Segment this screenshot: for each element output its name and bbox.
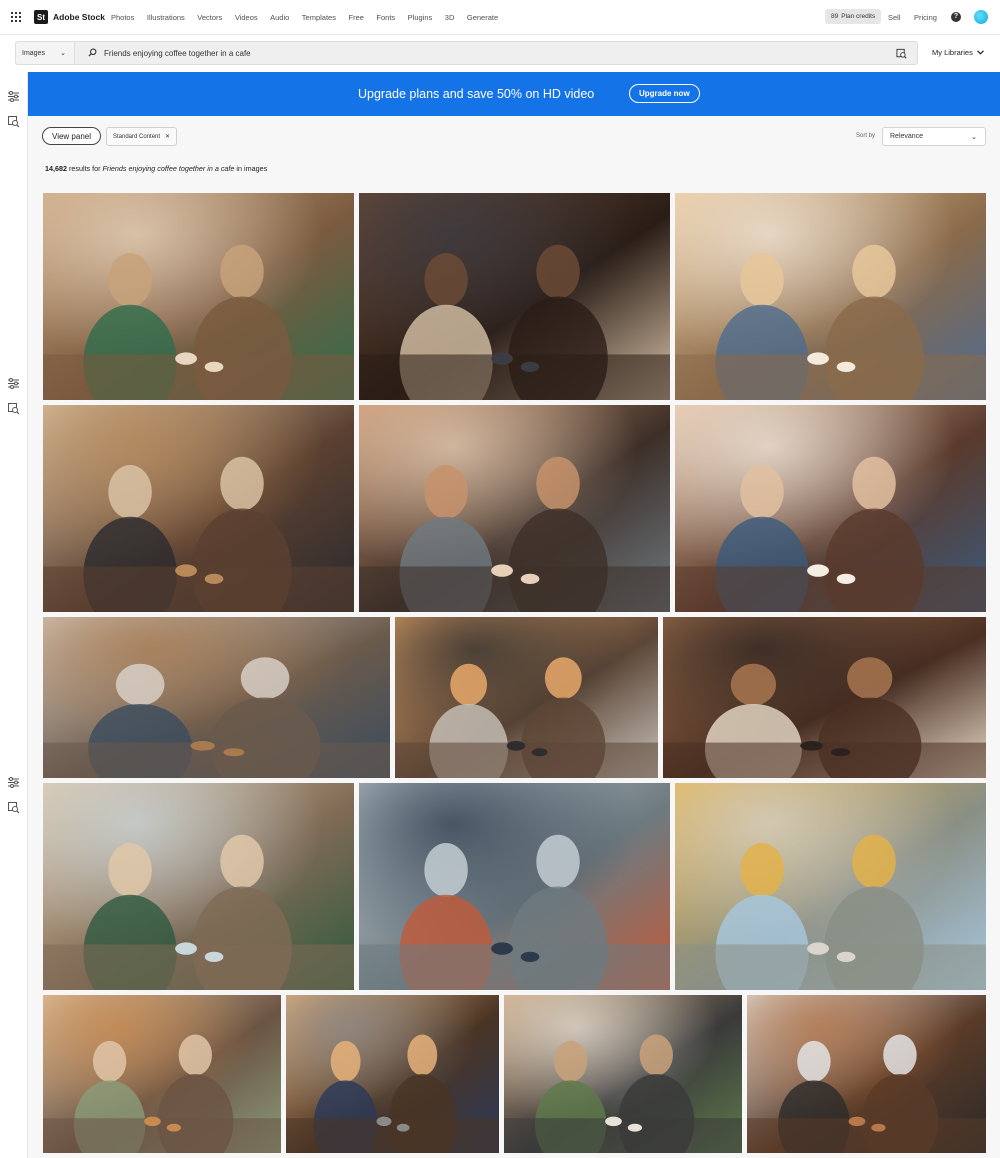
nav-item-templates[interactable]: Templates <box>302 13 336 22</box>
photo-hands-coffee-wooden-table[interactable] <box>747 995 986 1153</box>
photo-group-talking-industrial-cafe[interactable] <box>43 405 354 612</box>
asset-type-value: Images <box>22 49 45 57</box>
search-query: Friends enjoying coffee together in a ca… <box>104 49 251 58</box>
plan-credits-badge[interactable]: 89 Plan credits <box>825 9 882 24</box>
photo-women-chatting-cafe-window[interactable] <box>504 995 742 1153</box>
photo-image <box>43 783 354 990</box>
photo-four-friends-tablet-cafe[interactable] <box>43 783 354 990</box>
filter-sliders-icon[interactable] <box>7 776 20 789</box>
photo-image <box>43 617 390 778</box>
search-input[interactable]: Friends enjoying coffee together in a ca… <box>75 41 918 65</box>
photo-image <box>359 193 670 400</box>
results-count: 14,682 <box>45 164 67 173</box>
photo-image <box>504 995 742 1153</box>
photo-image <box>675 783 986 990</box>
visual-search-icon[interactable] <box>896 48 907 59</box>
my-libraries-label: My Libraries <box>932 48 973 57</box>
photo-hands-holding-latte-cups[interactable] <box>359 193 670 400</box>
photo-image <box>359 405 670 612</box>
photo-cappuccino-toast-table[interactable] <box>663 617 986 778</box>
nav-item-illustrations[interactable]: Illustrations <box>147 13 185 22</box>
filter-chip-label: Standard Content <box>113 133 161 140</box>
credits-label: Plan credits <box>841 13 876 20</box>
nav-item-videos[interactable]: Videos <box>235 13 258 22</box>
left-rail <box>0 72 28 1158</box>
upgrade-now-button[interactable]: Upgrade now <box>629 84 700 103</box>
photo-couple-outdoor-cafe-blur[interactable] <box>359 783 670 990</box>
help-icon[interactable]: ? <box>951 12 961 22</box>
view-panel-button[interactable]: View panel <box>42 127 101 145</box>
sell-link[interactable]: Sell <box>888 13 901 22</box>
photo-image <box>675 405 986 612</box>
upgrade-banner: Upgrade plans and save 50% on HD video U… <box>28 72 1000 116</box>
avatar[interactable] <box>974 10 988 24</box>
sort-by-label: Sort by <box>856 133 876 139</box>
nav-item-audio[interactable]: Audio <box>270 13 289 22</box>
adobe-stock-logo[interactable]: St Adobe Stock <box>34 10 105 24</box>
chevron-down-icon: ⌄ <box>60 50 66 57</box>
results-prefix: results for <box>68 164 101 173</box>
nav-item-plugins[interactable]: Plugins <box>408 13 433 22</box>
top-nav: St Adobe Stock Photos Illustrations Vect… <box>0 0 1000 35</box>
nav-item-fonts[interactable]: Fonts <box>376 13 395 22</box>
nav-item-photos[interactable]: Photos <box>111 13 134 22</box>
nav-item-vectors[interactable]: Vectors <box>197 13 222 22</box>
results-query: Friends enjoying coffee together in a ca… <box>102 164 235 173</box>
photo-friends-at-counter-window[interactable] <box>43 617 390 778</box>
my-libraries-button[interactable]: My Libraries <box>932 48 984 57</box>
filter-sliders-icon[interactable] <box>7 90 20 103</box>
close-icon[interactable]: ✕ <box>165 133 170 140</box>
nav-item-free[interactable]: Free <box>348 13 363 22</box>
photo-friends-laughing-cafe-table[interactable] <box>43 193 354 400</box>
nav-items: Photos Illustrations Vectors Videos Audi… <box>111 13 511 22</box>
visual-search-icon[interactable] <box>7 801 20 814</box>
asset-type-select[interactable]: Images ⌄ <box>15 41 75 65</box>
apps-grid-icon[interactable] <box>11 12 21 22</box>
photo-image <box>663 617 986 778</box>
photo-image <box>395 617 658 778</box>
photo-two-women-smiling-cups[interactable] <box>286 995 499 1153</box>
filter-chip-standard-content[interactable]: Standard Content ✕ <box>106 127 178 146</box>
photo-image <box>286 995 499 1153</box>
filter-sliders-icon[interactable] <box>7 377 20 390</box>
photo-women-cheering-lattes[interactable] <box>675 405 986 612</box>
photo-image <box>675 193 986 400</box>
banner-text: Upgrade plans and save 50% on HD video <box>358 87 595 101</box>
photo-image <box>747 995 986 1153</box>
photo-image <box>43 405 354 612</box>
sort-value: Relevance <box>890 133 924 140</box>
photo-seniors-laughing-cafe[interactable] <box>43 995 281 1153</box>
results-suffix: in images <box>236 164 268 173</box>
search-row: Images ⌄ Friends enjoying coffee togethe… <box>0 35 1000 72</box>
chevron-down-icon <box>976 50 984 55</box>
logo-mark: St <box>34 10 48 24</box>
pricing-link[interactable]: Pricing <box>914 13 937 22</box>
visual-search-icon[interactable] <box>7 115 20 128</box>
photo-friends-selfie-coffee[interactable] <box>395 617 658 778</box>
logo-text: Adobe Stock <box>53 12 105 22</box>
results-summary: 14,682 results for Friends enjoying coff… <box>45 164 267 173</box>
search-icon <box>88 48 97 57</box>
sort-select[interactable]: Relevance ⌄ <box>882 127 986 146</box>
chevron-down-icon: ⌄ <box>971 134 977 141</box>
photo-smiling-man-beard-cafe[interactable] <box>359 405 670 612</box>
photo-image <box>43 193 354 400</box>
visual-search-icon[interactable] <box>7 402 20 415</box>
nav-item-3d[interactable]: 3D <box>445 13 455 22</box>
nav-item-generate[interactable]: Generate <box>467 13 498 22</box>
photo-two-women-hats-outdoor[interactable] <box>675 783 986 990</box>
photo-image <box>359 783 670 990</box>
credits-count: 89 <box>831 13 839 20</box>
photo-two-women-laughing-coffee[interactable] <box>675 193 986 400</box>
photo-image <box>43 995 281 1153</box>
